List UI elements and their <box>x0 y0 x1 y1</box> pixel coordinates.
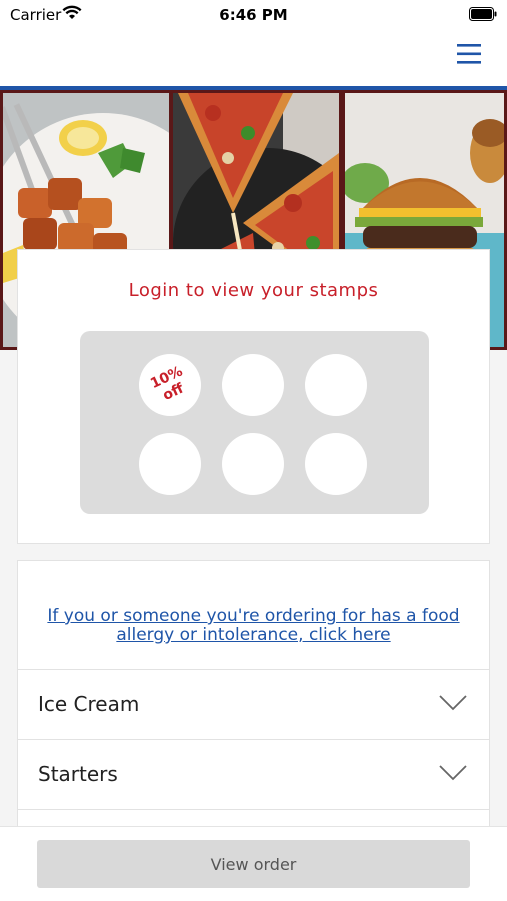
clock: 6:46 PM <box>219 6 288 24</box>
stamp-slot <box>222 354 284 416</box>
hamburger-menu-icon[interactable] <box>455 40 483 68</box>
allergy-info-link[interactable]: If you or someone you're ordering for ha… <box>38 607 469 645</box>
category-label: Ice Cream <box>38 692 140 716</box>
chevron-down-icon <box>439 765 467 781</box>
reward-label: 10% off <box>148 363 187 404</box>
login-to-view-stamps-link[interactable]: Login to view your stamps <box>18 280 489 301</box>
category-label: Starters <box>38 762 118 786</box>
stamp-slot <box>305 354 367 416</box>
view-order-button[interactable]: View order <box>37 840 470 888</box>
stamp-slot <box>305 433 367 495</box>
menu-card: If you or someone you're ordering for ha… <box>17 560 490 860</box>
stamp-grid: 10% off <box>80 331 429 514</box>
stamp-slot <box>139 433 201 495</box>
category-starters[interactable]: Starters <box>18 739 489 808</box>
bottom-bar: View order <box>0 826 507 901</box>
stamp-reward: 10% off <box>139 354 201 416</box>
chevron-down-icon <box>439 695 467 711</box>
stamp-slot <box>222 433 284 495</box>
nav-bar <box>0 30 507 86</box>
stamp-card: Login to view your stamps 10% off <box>17 249 490 544</box>
category-ice-cream[interactable]: Ice Cream <box>18 669 489 738</box>
status-bar: Carrier 6:46 PM <box>0 0 507 30</box>
battery-icon <box>469 7 497 21</box>
